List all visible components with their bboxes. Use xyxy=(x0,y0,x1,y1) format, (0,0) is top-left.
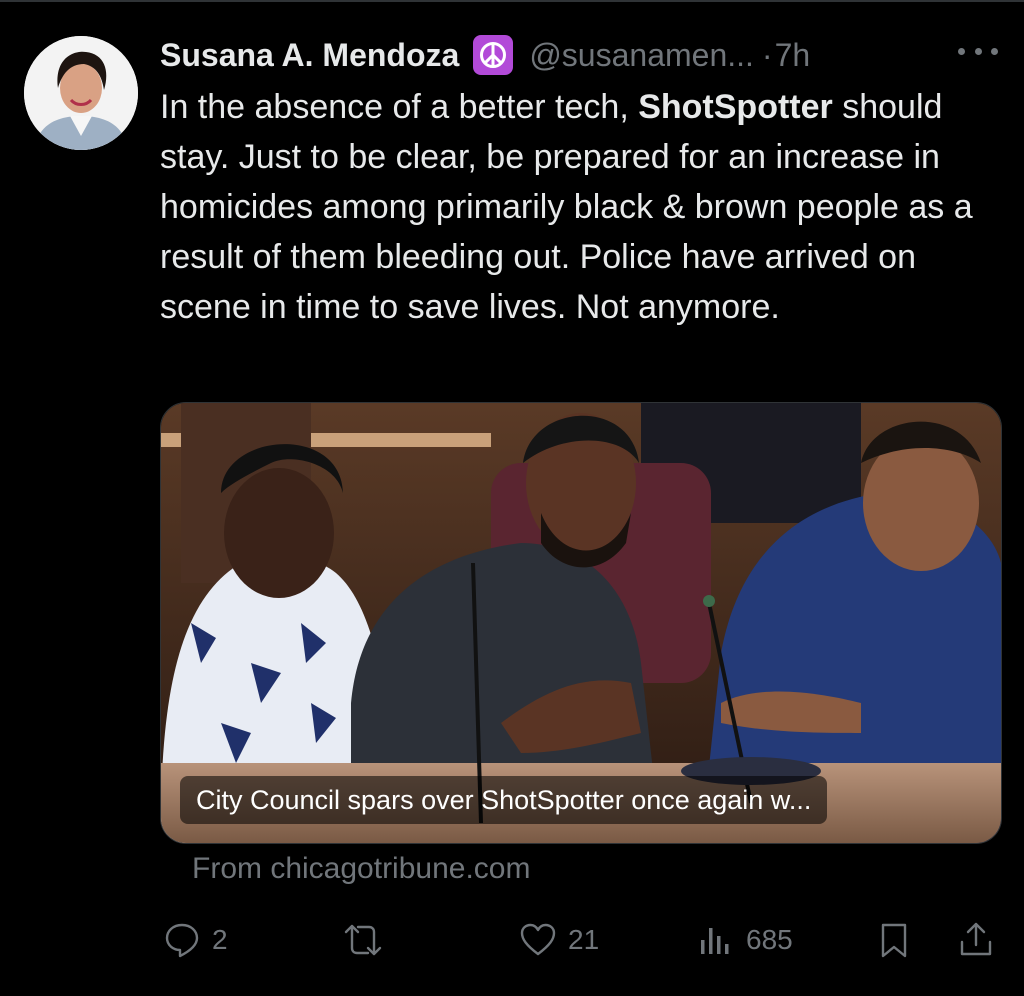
share-button[interactable] xyxy=(956,912,996,968)
avatar[interactable] xyxy=(24,36,138,150)
bookmark-button[interactable] xyxy=(874,912,914,968)
action-bar: 2 21 685 xyxy=(160,912,1000,968)
more-icon[interactable] xyxy=(958,36,998,66)
views-count: 685 xyxy=(746,924,793,955)
reply-count: 2 xyxy=(212,924,228,955)
repost-icon xyxy=(344,924,382,956)
timestamp[interactable]: 7h xyxy=(775,37,811,74)
heart-icon xyxy=(520,923,556,956)
author-name[interactable]: Susana A. Mendoza xyxy=(160,37,459,74)
tweet-text-highlight: ShotSpotter xyxy=(638,88,833,126)
peace-emoji-icon xyxy=(473,35,514,75)
tweet-header: Susana A. Mendoza @susanamen... · 7h xyxy=(160,30,810,80)
bookmark-icon xyxy=(881,923,907,958)
tweet-text-part1: In the absence of a better tech, xyxy=(160,88,639,126)
like-count: 21 xyxy=(568,924,600,955)
share-icon xyxy=(960,922,992,956)
card-headline[interactable]: City Council spars over ShotSpotter once… xyxy=(180,776,828,824)
card-source[interactable]: From chicagotribune.com xyxy=(192,852,530,886)
separator-dot: · xyxy=(761,36,773,73)
top-divider xyxy=(0,0,1024,2)
reply-icon xyxy=(165,923,199,958)
author-handle[interactable]: @susanamen... xyxy=(529,37,754,74)
repost-button[interactable] xyxy=(340,912,386,968)
views-button[interactable]: 685 xyxy=(696,912,793,968)
reply-button[interactable]: 2 xyxy=(162,912,228,968)
like-button[interactable]: 21 xyxy=(518,912,599,968)
tweet-text: In the absence of a better tech, ShotSpo… xyxy=(160,82,1000,332)
views-icon xyxy=(701,928,729,954)
